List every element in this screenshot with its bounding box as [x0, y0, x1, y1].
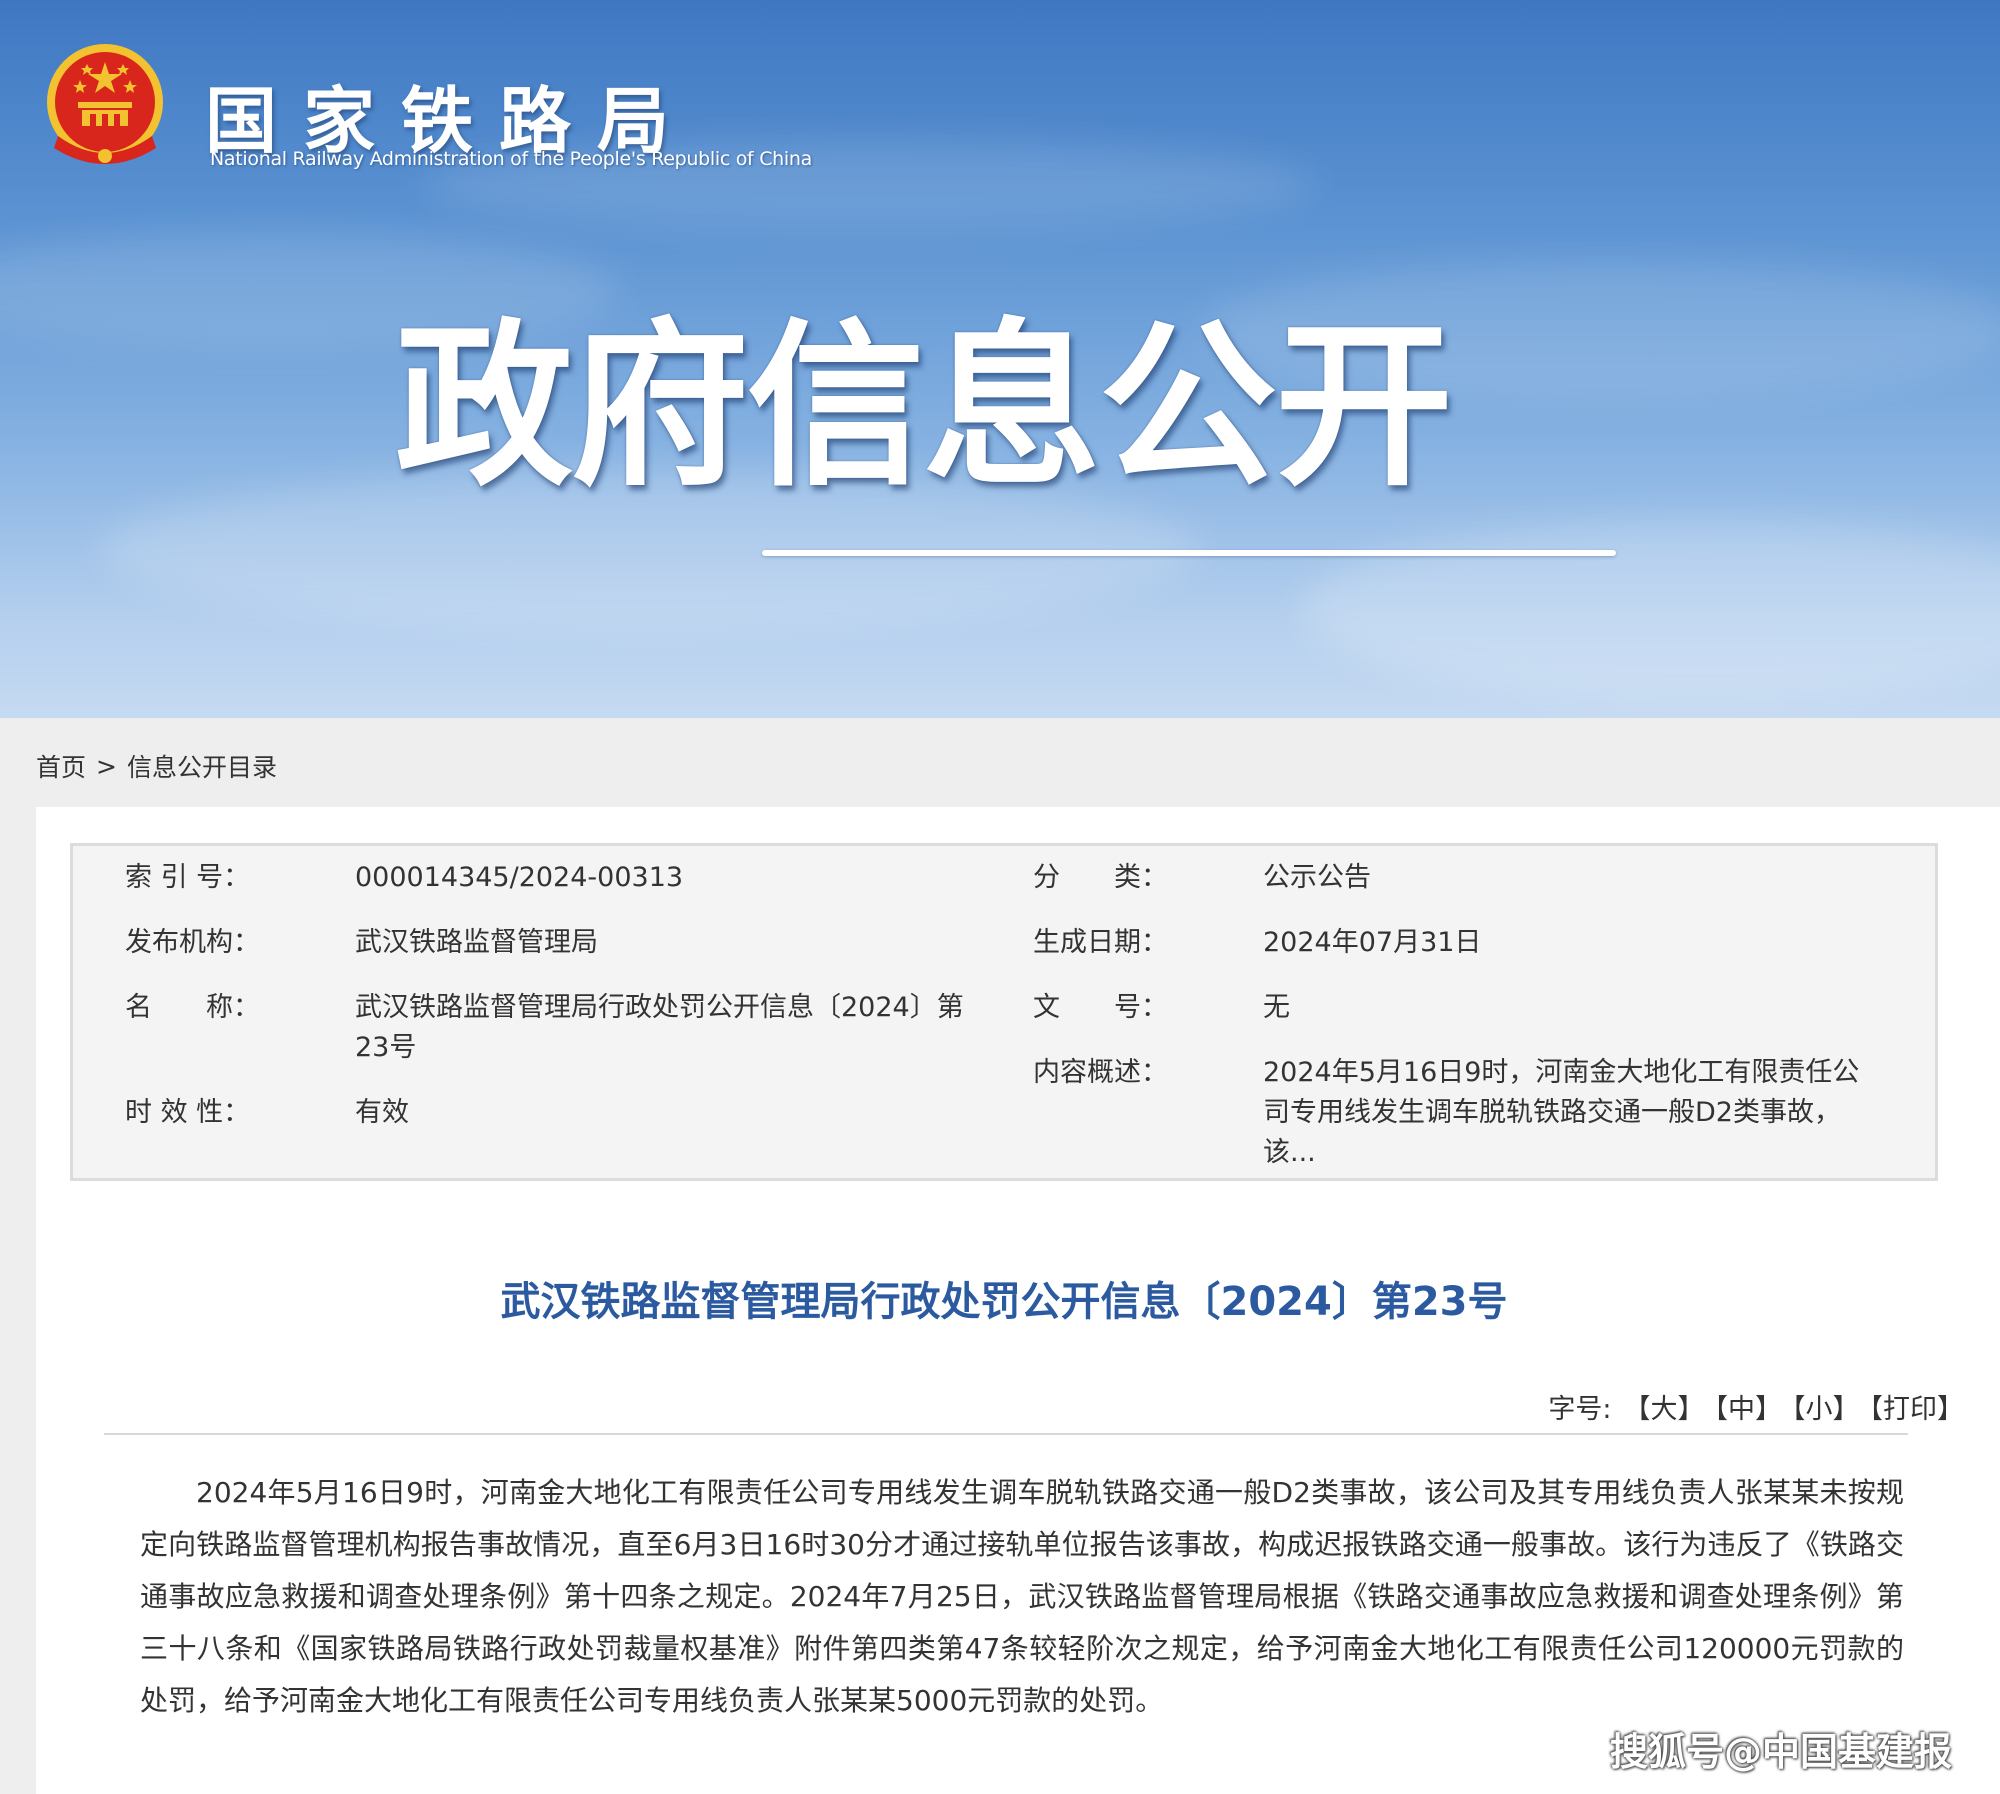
banner-underline	[762, 550, 1616, 556]
doc-name-label: 名 称：	[125, 992, 260, 1023]
doc-name-value: 武汉铁路监督管理局行政处罚公开信息〔2024〕第23号	[355, 992, 964, 1063]
category-value: 公示公告	[1263, 862, 1371, 893]
breadcrumb-home-link[interactable]: 首页	[36, 753, 86, 782]
metadata-box: 索 引 号： 000014345/2024-00313 发布机构： 武汉铁路监督…	[70, 843, 1938, 1181]
publisher-value: 武汉铁路监督管理局	[355, 927, 598, 958]
agency-name-en: National Railway Administration of the P…	[210, 148, 812, 170]
breadcrumb-current-link[interactable]: 信息公开目录	[127, 753, 277, 782]
date-value: 2024年07月31日	[1263, 927, 1482, 958]
doc-number-value: 无	[1263, 992, 1290, 1023]
breadcrumb-separator: >	[96, 751, 117, 781]
date-label: 生成日期：	[1033, 927, 1168, 958]
font-medium-button[interactable]: 【中】	[1715, 1394, 1783, 1425]
banner-title: 政府信息公开	[395, 303, 1453, 510]
banner-cloud	[1300, 520, 2000, 700]
source-watermark: 搜狐号@中国基建报	[1609, 1730, 1952, 1774]
font-size-tools: 字号: 【大】 【中】 【小】 【打印】	[1548, 1387, 1964, 1426]
publisher-label: 发布机构：	[125, 927, 260, 958]
header-banner: 国家铁路局 National Railway Administration of…	[0, 0, 2000, 718]
index-number-label: 索 引 号：	[125, 862, 251, 893]
validity-value: 有效	[355, 1097, 409, 1128]
national-emblem-icon[interactable]	[40, 40, 170, 176]
content-panel: 索 引 号： 000014345/2024-00313 发布机构： 武汉铁路监督…	[36, 807, 2000, 1794]
summary-value: 2024年5月16日9时，河南金大地化工有限责任公司专用线发生调车脱轨铁路交通一…	[1263, 1057, 1860, 1168]
category-label: 分 类：	[1033, 862, 1168, 893]
breadcrumb: 首页 > 信息公开目录	[36, 748, 277, 784]
article-title: 武汉铁路监督管理局行政处罚公开信息〔2024〕第23号	[500, 1279, 1508, 1325]
doc-number-label: 文 号：	[1033, 992, 1168, 1023]
validity-label: 时 效 性：	[125, 1097, 251, 1128]
article-body: 2024年5月16日9时，河南金大地化工有限责任公司专用线发生调车脱轨铁路交通一…	[140, 1476, 1904, 1717]
font-small-button[interactable]: 【小】	[1792, 1394, 1860, 1425]
title-divider	[104, 1433, 1908, 1435]
font-size-label: 字号:	[1548, 1394, 1612, 1425]
font-large-button[interactable]: 【大】	[1624, 1394, 1705, 1425]
index-number-value: 000014345/2024-00313	[355, 862, 684, 893]
print-button[interactable]: 【打印】	[1870, 1394, 1965, 1425]
summary-label: 内容概述：	[1033, 1057, 1168, 1088]
